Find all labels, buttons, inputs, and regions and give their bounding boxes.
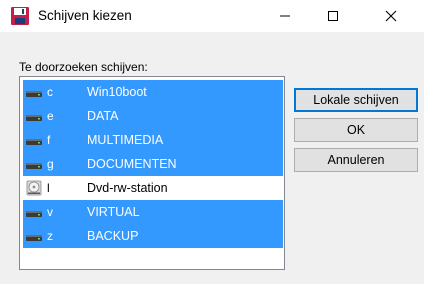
drive-name: Dvd-rw-station (87, 181, 168, 195)
local-drives-button[interactable]: Lokale schijven (294, 88, 418, 112)
drives-list-label: Te doorzoeken schijven: (19, 60, 148, 74)
drive-name: MULTIMEDIA (87, 133, 164, 147)
list-item-drive-e[interactable]: e DATA (23, 104, 283, 128)
drive-letter: z (47, 229, 53, 243)
window-title: Schijven kiezen (38, 8, 132, 23)
hard-drive-icon (26, 139, 42, 145)
drive-letter: f (47, 133, 51, 147)
hard-drive-icon (26, 235, 42, 241)
floppy-disk-icon (11, 7, 29, 25)
list-item-drive-v[interactable]: v VIRTUAL (23, 200, 283, 224)
list-item-drive-z[interactable]: z BACKUP (23, 224, 283, 248)
maximize-button[interactable] (310, 0, 356, 32)
hard-drive-icon (26, 91, 42, 97)
drive-name: BACKUP (87, 229, 139, 243)
list-item-drive-f[interactable]: f MULTIMEDIA (23, 128, 283, 152)
cancel-button[interactable]: Annuleren (294, 148, 418, 172)
drive-name: DATA (87, 109, 119, 123)
close-icon (385, 10, 397, 22)
dialog-window: Schijven kiezen Te doorzoeken schijven: … (0, 0, 424, 284)
list-item-drive-l[interactable]: l Dvd-rw-station (23, 176, 283, 200)
minimize-icon (280, 15, 290, 17)
close-button[interactable] (368, 0, 414, 32)
drive-letter: g (47, 157, 54, 171)
ok-button[interactable]: OK (294, 118, 418, 142)
drives-listbox[interactable]: c Win10boot e DATA f MULTIMEDIA g DOCUME… (19, 76, 285, 270)
title-bar[interactable]: Schijven kiezen (0, 0, 424, 32)
optical-drive-icon (26, 180, 42, 196)
maximize-icon (328, 11, 338, 21)
list-item-drive-g[interactable]: g DOCUMENTEN (23, 152, 283, 176)
hard-drive-icon (26, 115, 42, 121)
drive-name: Win10boot (87, 85, 147, 99)
drive-letter: l (47, 181, 50, 195)
list-item-drive-c[interactable]: c Win10boot (23, 80, 283, 104)
hard-drive-icon (26, 163, 42, 169)
minimize-button[interactable] (262, 0, 308, 32)
hard-drive-icon (26, 211, 42, 217)
drive-name: VIRTUAL (87, 205, 140, 219)
drive-letter: c (47, 85, 53, 99)
drive-name: DOCUMENTEN (87, 157, 177, 171)
drive-letter: v (47, 205, 53, 219)
drive-letter: e (47, 109, 54, 123)
